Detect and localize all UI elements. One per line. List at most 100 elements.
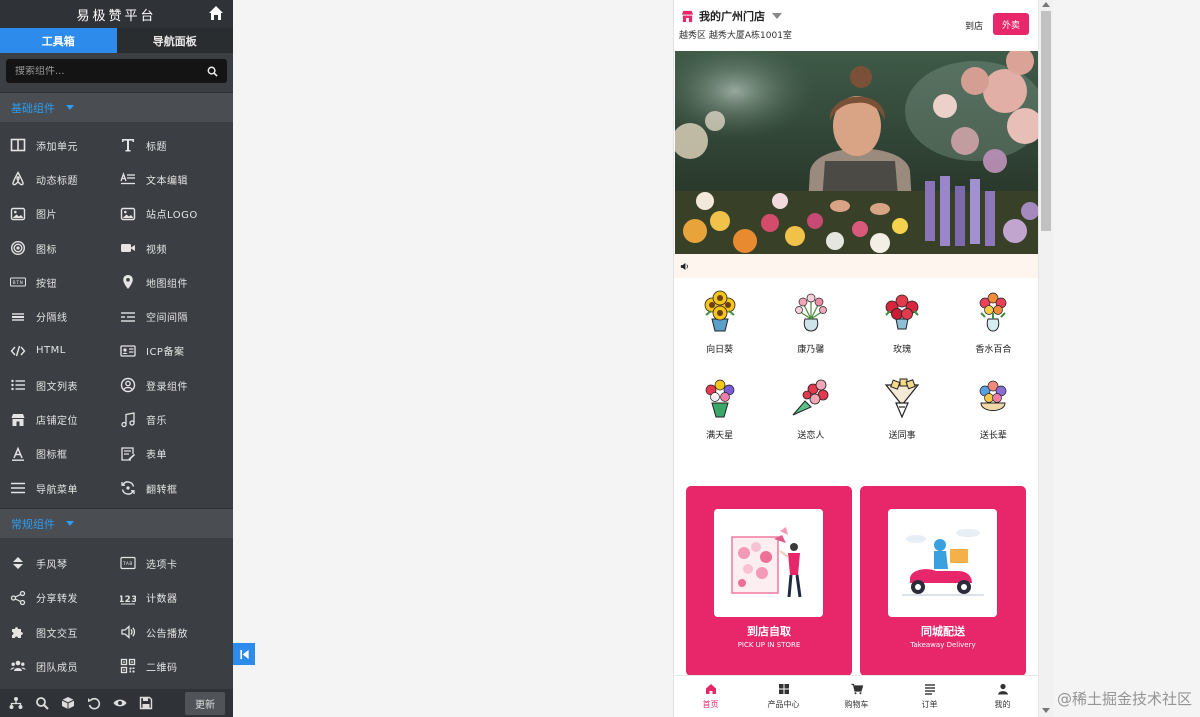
category-sunflower[interactable]: 向日葵 [674,285,765,371]
component-html[interactable]: HTML [10,334,120,368]
component-image[interactable]: 图片 [10,197,120,231]
image-icon [10,206,26,222]
component-video[interactable]: 视频 [120,231,230,265]
section-basic-header[interactable]: 基础组件 [0,92,233,122]
share-icon [10,590,26,606]
category-babys-breath[interactable]: 满天星 [674,371,765,457]
undo-icon[interactable] [87,696,101,710]
tabbar-products[interactable]: 产品中心 [747,676,820,717]
component-label: 按钮 [36,278,57,290]
announcement-bar[interactable] [674,254,1039,278]
accordion-icon [10,555,26,571]
component-qrcode[interactable]: 二维码 [120,649,230,683]
takeout-button[interactable]: 外卖 [993,13,1029,35]
search-input[interactable] [15,65,207,77]
category-lily[interactable]: 香水百合 [948,285,1039,371]
component-label: 登录组件 [146,381,188,393]
component-label: 选项卡 [146,559,178,571]
component-accordion[interactable]: 手风琴 [10,546,120,580]
category-for-elder[interactable]: 送长辈 [948,371,1039,457]
component-site-logo[interactable]: 站点LOGO [120,197,230,231]
scroll-up-icon[interactable] [1042,2,1050,7]
component-dynamic-title[interactable]: 动态标题 [10,162,120,196]
component-tabs[interactable]: TAB 选项卡 [120,546,230,580]
same-city-delivery-card[interactable]: 同城配送 Takeaway Delivery [860,486,1026,676]
sitemap-icon[interactable] [9,696,23,710]
store-selector[interactable]: 我的广州门店 [681,8,782,24]
carnation-vase-icon [795,293,827,332]
category-rose[interactable]: 玫瑰 [857,285,948,371]
component-icon[interactable]: 图标 [10,231,120,265]
collapse-panel-button[interactable] [233,643,255,665]
card-subtitle: PICK UP IN STORE [737,641,801,649]
component-image-text-list[interactable]: 图文列表 [10,368,120,402]
scrollbar-thumb[interactable] [1041,11,1051,231]
hero-florist-image [675,51,1039,254]
component-team[interactable]: 团队成员 [10,649,120,683]
eye-icon[interactable] [113,696,127,710]
component-label: 视频 [146,244,167,256]
component-icon-box[interactable]: 图标框 [10,437,120,471]
component-label: 翻转框 [146,484,178,496]
category-for-colleague[interactable]: 送同事 [857,371,948,457]
tab-toolbox[interactable]: 工具箱 [0,28,117,53]
grid-icon [778,684,789,694]
component-flip-box[interactable]: 翻转框 [120,471,230,505]
component-title[interactable]: 标题 [120,128,230,162]
category-label: 送长辈 [979,431,1007,441]
panel-title: 易极赞平台 [76,8,157,24]
search-icon[interactable] [207,66,218,77]
component-store-location[interactable]: 店铺定位 [10,402,120,436]
component-nav-menu[interactable]: 导航菜单 [10,471,120,505]
component-share[interactable]: 分享转发 [10,581,120,615]
component-label: 计数器 [146,594,178,606]
component-label: 图文列表 [36,381,78,393]
component-counter[interactable]: 123 计数器 [120,581,230,615]
component-add-unit[interactable]: 添加单元 [10,128,120,162]
logo-image-icon [120,206,136,222]
cube-icon[interactable] [61,696,75,710]
component-form[interactable]: 表单 [120,437,230,471]
tabbar-orders[interactable]: 订单 [893,676,966,717]
tabbar-label: 首页 [702,700,719,709]
user-icon [997,683,1008,695]
component-login[interactable]: 登录组件 [120,368,230,402]
home-icon[interactable] [208,5,224,21]
component-label: 手风琴 [36,559,68,571]
tabbar-home[interactable]: 首页 [674,676,747,717]
tabbar-mine[interactable]: 我的 [966,676,1039,717]
category-for-lover[interactable]: 送恋人 [765,371,856,457]
scroll-down-icon[interactable] [1042,708,1050,713]
component-label: 店铺定位 [36,416,78,428]
component-divider[interactable]: 分隔线 [10,299,120,333]
colleague-bouquet-icon [884,378,920,419]
component-announcement[interactable]: 公告播放 [120,615,230,649]
component-music[interactable]: 音乐 [120,402,230,436]
component-image-text-interaction[interactable]: 图文交互 [10,615,120,649]
category-carnation[interactable]: 康乃馨 [765,285,856,371]
component-text-edit[interactable]: 文本编辑 [120,162,230,196]
pickup-in-store-card[interactable]: 到店自取 PICK UP IN STORE [686,486,852,676]
delivery-illustration [888,509,997,617]
preview-scrollbar[interactable] [1038,0,1053,717]
component-icp[interactable]: ICP备案 [120,334,230,368]
search-icon[interactable] [35,696,49,710]
category-grid: 向日葵 康乃馨 玫瑰 香水百合 满天星 送恋人 送同事 送长辈 [674,285,1039,457]
update-button[interactable]: 更新 [185,691,225,715]
dine-in-option[interactable]: 到店 [965,19,983,32]
lover-bouquet-icon [792,379,829,416]
map-pin-icon [120,274,136,290]
section-general-header[interactable]: 常规组件 [0,508,233,539]
pickup-illustration [714,509,823,617]
component-spacer[interactable]: 空间间隔 [120,299,230,333]
component-map[interactable]: 地图组件 [120,265,230,299]
target-icon [10,240,26,256]
save-icon[interactable] [139,696,153,710]
component-label: 公告播放 [146,628,188,640]
component-button[interactable]: BTN 按钮 [10,265,120,299]
tabbar-cart[interactable]: 购物车 [820,676,893,717]
dropdown-caret-icon [772,13,782,19]
store-header: 我的广州门店 越秀区 越秀大厦A栋1001室 到店 外卖 [674,0,1039,50]
speaker-icon [120,624,136,640]
tab-nav-panel[interactable]: 导航面板 [116,28,233,53]
